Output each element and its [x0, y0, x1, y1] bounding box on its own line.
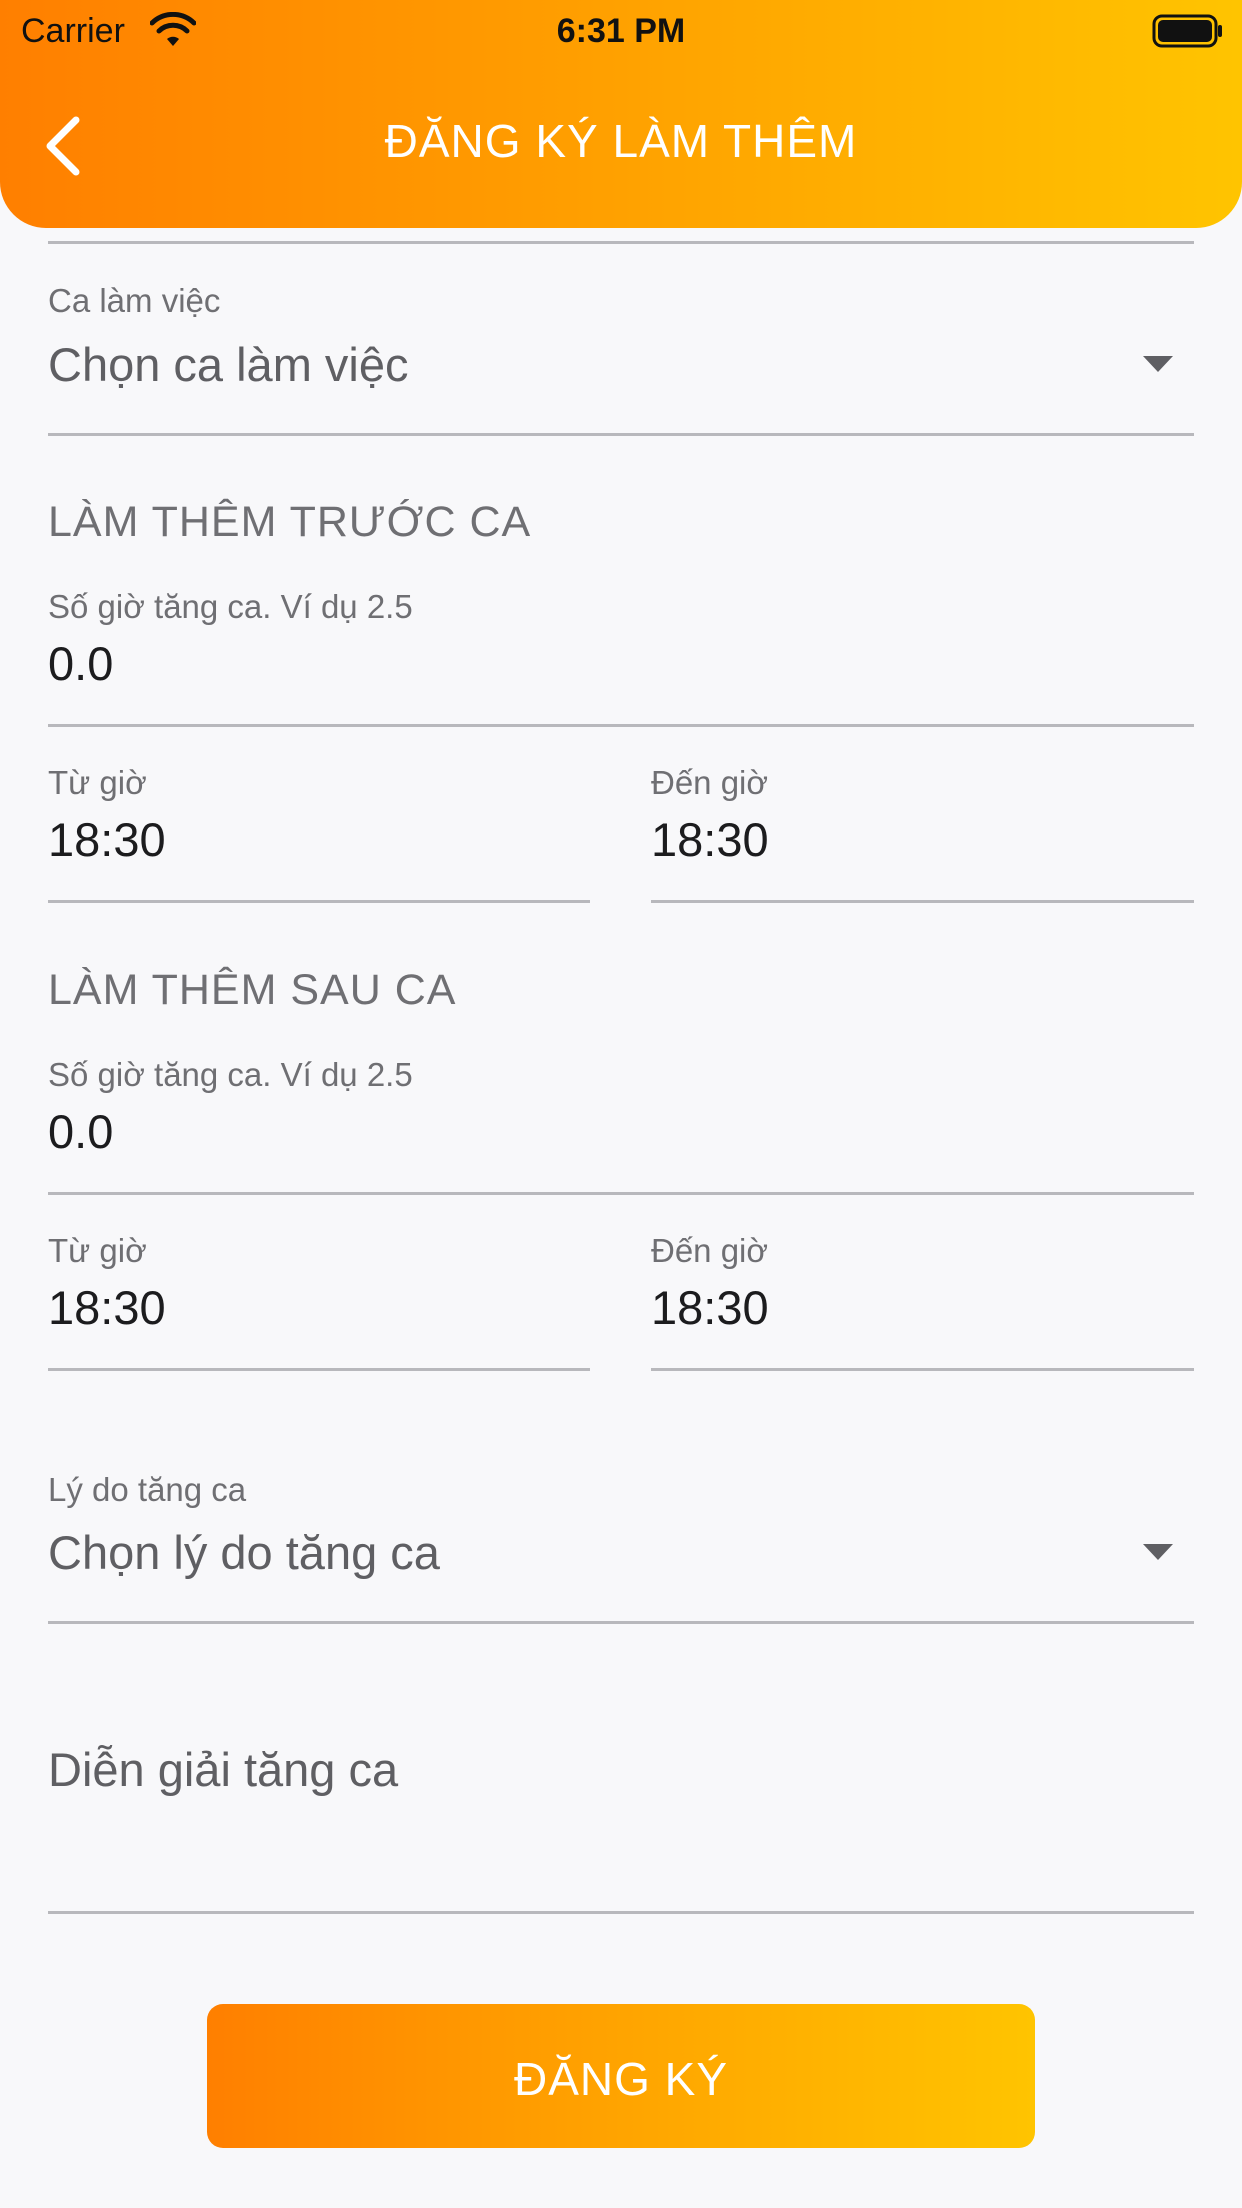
after-to-label: Đến giờ: [651, 1232, 769, 1269]
dropdown-arrow-icon: [1143, 1544, 1173, 1560]
after-from-label: Từ giờ: [48, 1232, 147, 1269]
after-from-value: 18:30: [48, 1281, 166, 1334]
overtime-registration-screen: Carrier 6:31 PM ĐĂNG KÝ LÀM THÊM Ca làm …: [0, 0, 1242, 2208]
page-title: ĐĂNG KÝ LÀM THÊM: [384, 115, 858, 167]
reason-underline: [48, 1621, 1194, 1624]
after-hours-label: Số giờ tăng ca. Ví dụ 2.5: [48, 1056, 413, 1093]
shift-underline: [48, 433, 1194, 436]
before-shift-title: LÀM THÊM TRƯỚC CA: [48, 498, 532, 546]
before-to-value: 18:30: [651, 813, 769, 866]
status-bar: Carrier 6:31 PM: [0, 0, 1242, 62]
shift-label: Ca làm việc: [48, 282, 221, 319]
description-textarea[interactable]: [48, 1700, 1194, 1914]
before-hours-label: Số giờ tăng ca. Ví dụ 2.5: [48, 588, 413, 625]
before-to-underline: [651, 900, 1194, 903]
before-from-value: 18:30: [48, 813, 166, 866]
battery-icon: [1152, 14, 1222, 48]
before-hours-value: 0.0: [48, 637, 114, 690]
header-bar: Carrier 6:31 PM ĐĂNG KÝ LÀM THÊM: [0, 0, 1242, 228]
shift-placeholder: Chọn ca làm việc: [48, 338, 409, 391]
after-to-underline: [651, 1368, 1194, 1371]
description-placeholder: Diễn giải tăng ca: [48, 1743, 399, 1796]
after-hours-underline: [48, 1192, 1194, 1195]
reason-label: Lý do tăng ca: [48, 1471, 247, 1508]
divider: [48, 241, 1194, 244]
before-hours-underline: [48, 724, 1194, 727]
submit-label: ĐĂNG KÝ: [513, 2053, 729, 2105]
after-shift-title: LÀM THÊM SAU CA: [48, 966, 457, 1014]
description-underline: [48, 1911, 1194, 1914]
after-hours-value: 0.0: [48, 1105, 114, 1158]
after-to-value: 18:30: [651, 1281, 769, 1334]
reason-placeholder: Chọn lý do tăng ca: [48, 1526, 440, 1579]
after-from-underline: [48, 1368, 590, 1371]
before-to-label: Đến giờ: [651, 764, 769, 801]
dropdown-arrow-icon: [1143, 356, 1173, 372]
clock-label: 6:31 PM: [556, 12, 686, 50]
submit-button[interactable]: ĐĂNG KÝ: [207, 2004, 1035, 2148]
before-from-label: Từ giờ: [48, 764, 147, 801]
before-from-underline: [48, 900, 590, 903]
